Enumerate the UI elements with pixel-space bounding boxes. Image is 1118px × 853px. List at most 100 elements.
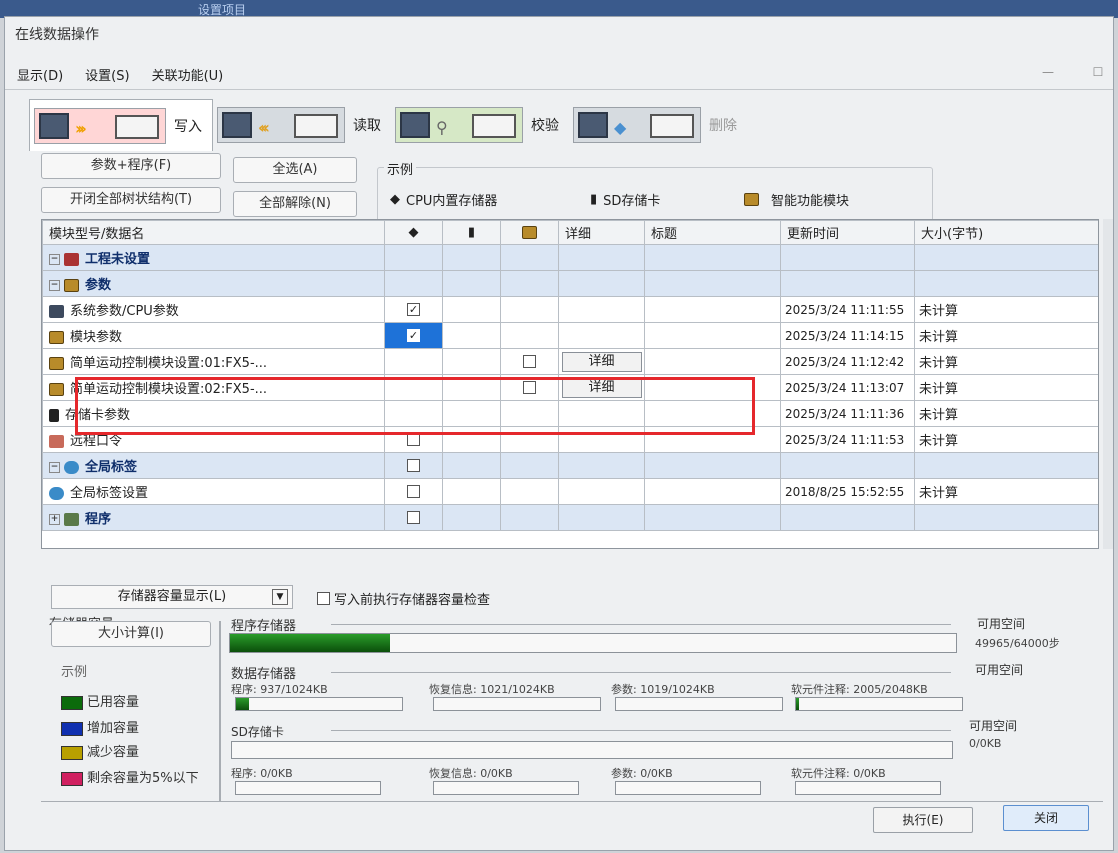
row-checkbox[interactable] (407, 459, 420, 472)
highlight-annotation (75, 377, 755, 435)
col-detail: 详细 (558, 220, 645, 245)
glob-icon (49, 487, 64, 500)
capacity-check-checkbox[interactable] (317, 592, 330, 605)
select-all-button[interactable]: 全选(A) (233, 157, 357, 183)
row-size: 未计算 (914, 478, 1098, 505)
tree-toggle-icon[interactable]: + (49, 514, 60, 525)
program-free-value: 49965/64000步 (975, 637, 1060, 650)
data-memory-item-bar (795, 697, 963, 711)
close-button[interactable]: 关闭 (1003, 805, 1089, 831)
menu-display[interactable]: 显示(D) (17, 65, 63, 87)
table-row[interactable]: 系统参数/CPU参数 ✓ 2025/3/24 11:11:55 未计算 (42, 296, 1098, 323)
row-checkbox[interactable] (523, 355, 536, 368)
program-memory-label: 程序存储器 (231, 619, 297, 634)
row-checkbox[interactable]: ✓ (407, 303, 420, 316)
table-row[interactable]: 模块参数 ✓ 2025/3/24 11:14:15 未计算 (42, 322, 1098, 349)
mod-icon (49, 331, 64, 344)
table-row[interactable]: 简单运动控制模块设置:01:FX5-... 详细 2025/3/24 11:12:4… (42, 348, 1098, 375)
row-checkbox[interactable] (407, 485, 420, 498)
verify-icon: ⚲ (395, 107, 523, 143)
read-icon: ‹‹‹ (217, 107, 345, 143)
row-update-time: 2025/3/24 11:11:53 (780, 426, 915, 453)
legend-sd-card: ▮ SD存储卡 (590, 192, 661, 209)
detail-button[interactable]: 详细 (561, 351, 642, 372)
menu-related[interactable]: 关联功能(U) (152, 65, 224, 87)
data-memory-item-bar (615, 697, 783, 711)
row-size (914, 504, 1098, 531)
table-scrollbar[interactable] (1103, 219, 1113, 549)
data-memory-label: 数据存储器 (231, 667, 297, 682)
table-row[interactable]: + 程序 (42, 504, 1098, 531)
legend-intelligent-module: 智能功能模块 (744, 190, 849, 209)
capacity-check-option[interactable]: 写入前执行存储器容量检查 (317, 589, 490, 608)
menu-settings[interactable]: 设置(S) (85, 65, 129, 87)
row-name: 模块参数 (70, 330, 123, 345)
sd-card-icon: ▮ (590, 192, 598, 207)
table-row[interactable]: − 工程未设置 (42, 244, 1098, 271)
deselect-all-button[interactable]: 全部解除(N) (233, 191, 357, 217)
execute-button[interactable]: 执行(E) (873, 807, 973, 833)
mode-read-tab[interactable]: ‹‹‹ 读取 (213, 99, 391, 151)
row-size: 未计算 (914, 400, 1098, 427)
maximize-icon[interactable]: ☐ (1091, 65, 1105, 79)
col-update-time: 更新时间 (780, 220, 915, 245)
param-program-button[interactable]: 参数+程序(F) (41, 153, 221, 179)
row-size: 未计算 (914, 374, 1098, 401)
chevron-down-icon: ▼ (272, 589, 288, 605)
mod-icon (64, 279, 79, 292)
table-row[interactable]: − 参数 (42, 270, 1098, 297)
minimize-icon[interactable]: — (1041, 65, 1055, 79)
row-checkbox[interactable]: ✓ (407, 329, 420, 342)
row-update-time (780, 504, 915, 531)
sd-free-label: 可用空间 (969, 719, 1018, 733)
data-memory-item-label: 参数: 1019/1024KB (611, 683, 715, 696)
tree-toggle-icon[interactable]: − (49, 280, 60, 291)
expand-tree-button[interactable]: 开闭全部树状结构(T) (41, 187, 221, 213)
col-title: 标题 (644, 220, 781, 245)
table-row[interactable]: − 全局标签 (42, 452, 1098, 479)
data-memory-item-fill (236, 698, 250, 710)
mode-read-label: 读取 (353, 118, 381, 134)
glob-icon (64, 461, 79, 474)
data-memory-item-label: 恢复信息: 1021/1024KB (429, 683, 555, 696)
mode-write-label: 写入 (174, 118, 202, 135)
delete-icon: ◆ (573, 107, 701, 143)
proj-icon (64, 253, 79, 266)
mod-icon (49, 357, 64, 370)
table-row[interactable]: 全局标签设置 2018/8/25 15:52:55 未计算 (42, 478, 1098, 505)
row-update-time: 2018/8/25 15:52:55 (780, 478, 915, 505)
row-name: 远程口令 (70, 434, 123, 449)
mode-delete-label: 删除 (709, 118, 737, 134)
row-name: 全局标签设置 (70, 486, 149, 501)
tree-toggle-icon[interactable]: − (49, 254, 60, 265)
mod-icon (49, 383, 64, 396)
col-name[interactable]: 模块型号/数据名 (42, 220, 385, 245)
data-memory-item-bar (433, 697, 601, 711)
mode-write-tab[interactable]: ››› 写入 (29, 99, 213, 151)
row-checkbox[interactable] (407, 511, 420, 524)
capacity-display-dropdown[interactable]: 存储器容量显示(L) ▼ (51, 585, 293, 609)
row-size (914, 244, 1098, 271)
mode-delete-tab[interactable]: ◆ 删除 (569, 99, 747, 151)
row-size: 未计算 (914, 426, 1098, 453)
row-update-time (780, 244, 915, 271)
sd-card-bar (231, 741, 953, 759)
menu-bar: 显示(D) 设置(S) 关联功能(U) (17, 65, 223, 87)
row-update-time: 2025/3/24 11:12:42 (780, 348, 915, 375)
online-data-operation-dialog: 在线数据操作 显示(D) 设置(S) 关联功能(U) — ☐ ››› 写入 ‹‹… (4, 16, 1114, 851)
row-update-time (780, 270, 915, 297)
size-calc-button[interactable]: 大小计算(I) (51, 621, 211, 647)
remote-icon (49, 435, 64, 448)
data-memory-item-fill (796, 698, 800, 710)
mode-verify-tab[interactable]: ⚲ 校验 (391, 99, 569, 151)
tree-toggle-icon[interactable]: − (49, 462, 60, 473)
data-memory-item-label: 软元件注释: 2005/2048KB (791, 683, 928, 696)
row-name: 程序 (85, 512, 112, 527)
prog-icon (64, 513, 79, 526)
data-free-label: 可用空间 (975, 663, 1024, 677)
sd-card-label: SD存储卡 (231, 725, 284, 739)
sd-card-item-label: 软元件注释: 0/0KB (791, 767, 886, 780)
data-memory-item-bar (235, 697, 403, 711)
legend-left-caption: 示例 (61, 665, 88, 680)
sd-card-item-bar (433, 781, 579, 795)
